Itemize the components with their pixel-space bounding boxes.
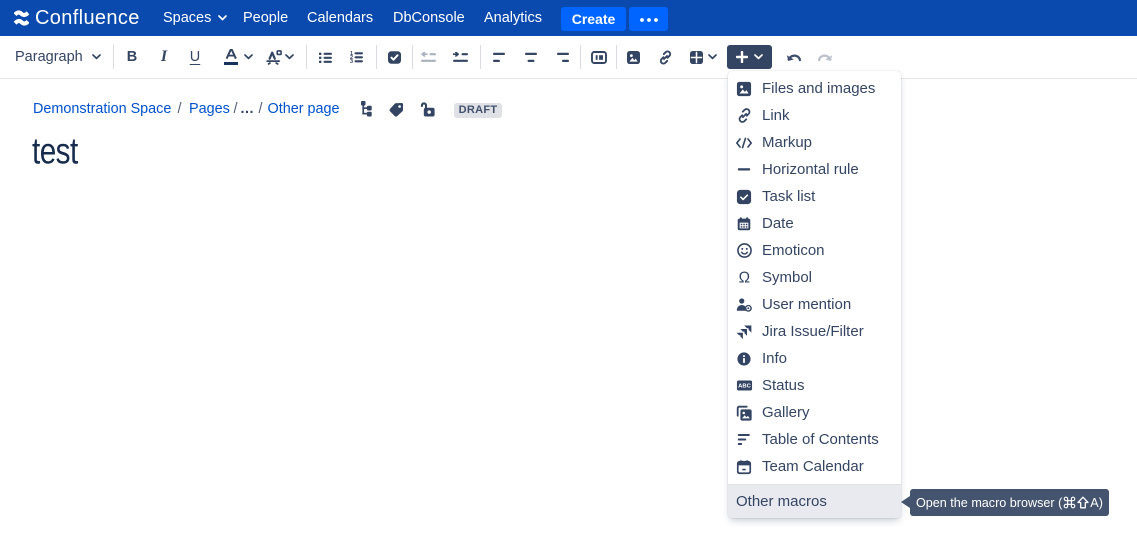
- svg-text:3: 3: [350, 59, 353, 63]
- svg-text:ABC: ABC: [738, 384, 751, 390]
